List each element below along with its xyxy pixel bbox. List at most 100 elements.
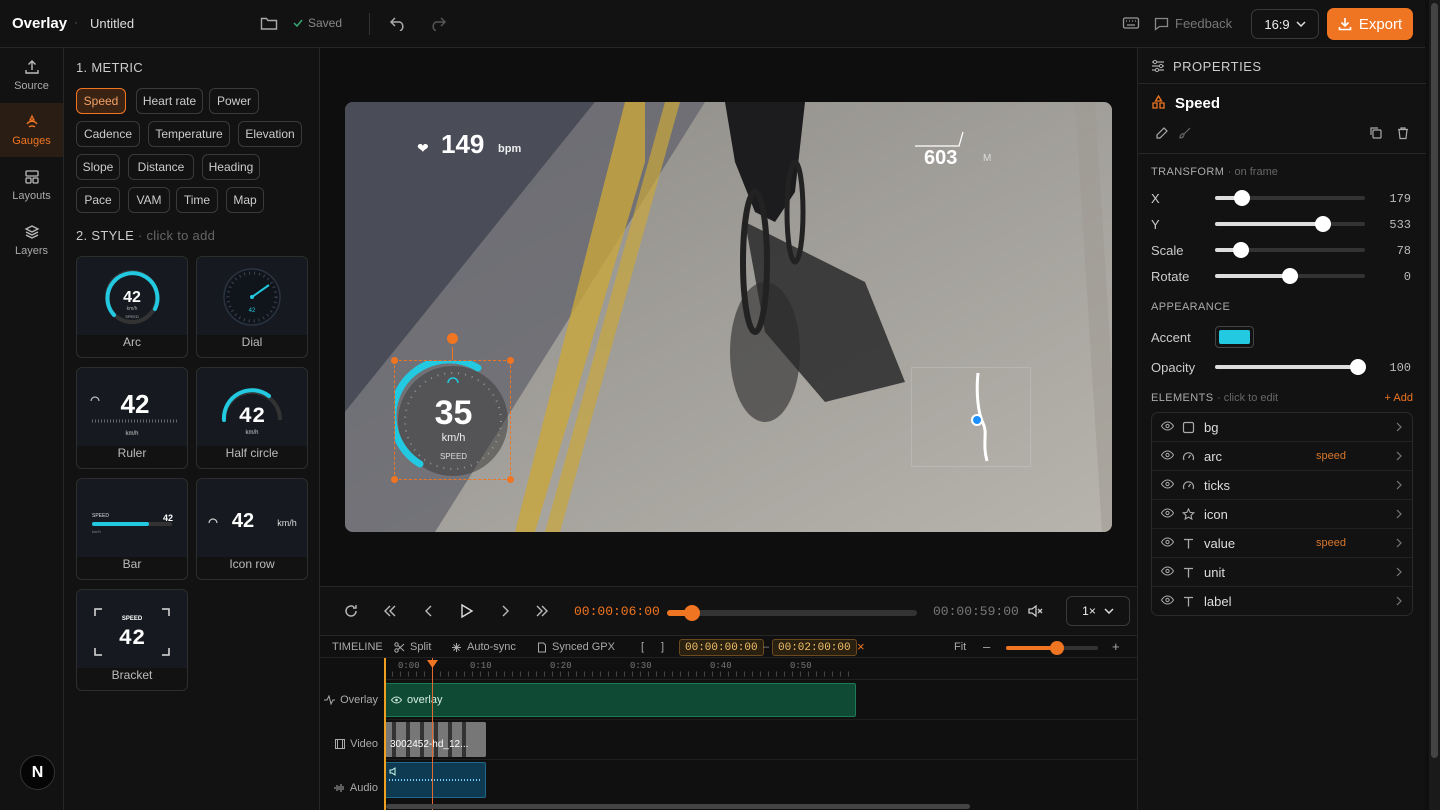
playback-speed-select[interactable]: 1× xyxy=(1066,596,1130,626)
opacity-value[interactable]: 100 xyxy=(1389,361,1411,375)
rail-item-gauges[interactable]: Gauges xyxy=(0,103,63,157)
mark-out-button[interactable]: ] xyxy=(661,641,664,653)
style-card-arc[interactable]: 42 km/h SPEED Arc xyxy=(76,256,188,358)
page-scrollbar-thumb[interactable] xyxy=(1431,3,1438,758)
scrubber-knob[interactable] xyxy=(684,605,700,621)
slider-knob[interactable] xyxy=(1349,359,1366,375)
zoom-out-button[interactable]: – xyxy=(983,639,990,654)
step-back-icon[interactable] xyxy=(421,603,437,619)
rail-item-layouts[interactable]: Layouts xyxy=(0,158,63,212)
metric-chip-time[interactable]: Time xyxy=(176,187,218,213)
eyedropper-icon[interactable] xyxy=(1155,126,1169,140)
element-row-icon[interactable]: icon xyxy=(1152,500,1412,529)
play-icon[interactable] xyxy=(458,603,474,619)
skip-back-icon[interactable] xyxy=(382,603,398,619)
element-row-label[interactable]: label xyxy=(1152,587,1412,616)
y-slider[interactable] xyxy=(1215,216,1365,232)
clear-range-button[interactable]: × xyxy=(857,639,865,654)
metric-chip-speed[interactable]: Speed xyxy=(76,88,126,114)
timeline-zoom-slider[interactable] xyxy=(1006,641,1098,655)
style-card-ruler[interactable]: 42 km/h Ruler xyxy=(76,367,188,469)
element-row-bg[interactable]: bg xyxy=(1152,413,1412,442)
eye-icon[interactable] xyxy=(1161,421,1174,431)
synced-gpx-status[interactable]: Synced GPX xyxy=(537,641,615,653)
fit-button[interactable]: Fit xyxy=(954,641,966,653)
eye-icon[interactable] xyxy=(1161,566,1174,576)
resize-handle-nw[interactable] xyxy=(391,357,398,364)
video-frame[interactable]: ❤ 149 bpm 603 M 35 km/h SPEED xyxy=(345,102,1112,532)
scale-slider[interactable] xyxy=(1215,242,1365,258)
accent-color-swatch[interactable] xyxy=(1215,326,1254,348)
step-forward-icon[interactable] xyxy=(497,603,513,619)
x-value[interactable]: 179 xyxy=(1389,192,1411,206)
in-point-field[interactable]: 00:00:00:00 xyxy=(679,639,764,656)
style-card-bar[interactable]: SPEED 42 km/h Bar xyxy=(76,478,188,580)
overlay-map[interactable] xyxy=(911,367,1031,467)
in-point-marker[interactable] xyxy=(384,658,386,810)
document-title[interactable]: Untitled xyxy=(90,16,134,31)
opacity-slider[interactable] xyxy=(1215,359,1366,375)
slider-knob[interactable] xyxy=(1234,190,1250,206)
skip-forward-icon[interactable] xyxy=(534,603,550,619)
element-row-value[interactable]: value speed xyxy=(1152,529,1412,558)
brush-icon[interactable] xyxy=(1178,126,1192,140)
duplicate-icon[interactable] xyxy=(1369,126,1383,140)
metric-chip-slope[interactable]: Slope xyxy=(76,154,120,180)
element-row-unit[interactable]: unit xyxy=(1152,558,1412,587)
add-element-button[interactable]: + Add xyxy=(1385,392,1413,404)
style-card-half-circle[interactable]: 42 km/h Half circle xyxy=(196,367,308,469)
undo-icon[interactable] xyxy=(389,15,407,31)
rail-item-layers[interactable]: Layers xyxy=(0,213,63,267)
loop-icon[interactable] xyxy=(343,603,359,619)
split-button[interactable]: Split xyxy=(394,641,431,653)
metric-chip-temperature[interactable]: Temperature xyxy=(148,121,230,147)
metric-chip-heading[interactable]: Heading xyxy=(202,154,260,180)
rotate-value[interactable]: 0 xyxy=(1404,270,1411,284)
trash-icon[interactable] xyxy=(1396,126,1410,140)
speed-gauge-selection[interactable]: 35 km/h SPEED xyxy=(394,360,511,480)
user-avatar[interactable]: N xyxy=(20,755,55,790)
element-row-arc[interactable]: arc speed xyxy=(1152,442,1412,471)
resize-handle-ne[interactable] xyxy=(507,357,514,364)
metric-chip-vam[interactable]: VAM xyxy=(128,187,170,213)
overlay-clip[interactable]: overlay xyxy=(384,683,856,717)
rotate-handle[interactable] xyxy=(447,333,458,344)
rail-item-source[interactable]: Source xyxy=(0,48,63,102)
playhead[interactable] xyxy=(432,658,433,810)
timeline-ruler[interactable] xyxy=(384,658,1137,680)
mute-icon[interactable] xyxy=(1027,603,1043,619)
eye-icon[interactable] xyxy=(1161,479,1174,489)
metric-chip-cadence[interactable]: Cadence xyxy=(76,121,140,147)
style-card-dial[interactable]: 42 Dial xyxy=(196,256,308,358)
element-row-ticks[interactable]: ticks xyxy=(1152,471,1412,500)
redo-icon[interactable] xyxy=(429,15,447,31)
style-card-bracket[interactable]: SPEED 42 Bracket xyxy=(76,589,188,691)
metric-chip-heart-rate[interactable]: Heart rate xyxy=(136,88,203,114)
slider-knob[interactable] xyxy=(1232,242,1249,258)
x-slider[interactable] xyxy=(1215,190,1365,206)
style-card-icon-row[interactable]: 42 km/h Icon row xyxy=(196,478,308,580)
y-value[interactable]: 533 xyxy=(1389,218,1411,232)
eye-icon[interactable] xyxy=(1161,450,1174,460)
keyboard-icon[interactable] xyxy=(1122,15,1140,31)
metric-chip-power[interactable]: Power xyxy=(209,88,259,114)
metric-chip-pace[interactable]: Pace xyxy=(76,187,120,213)
audio-clip[interactable] xyxy=(384,762,486,798)
eye-icon[interactable] xyxy=(1161,537,1174,547)
feedback-button[interactable]: Feedback xyxy=(1154,16,1232,31)
metric-chip-distance[interactable]: Distance xyxy=(128,154,194,180)
playback-scrubber[interactable] xyxy=(667,605,917,621)
rotate-slider[interactable] xyxy=(1215,268,1365,284)
resize-handle-sw[interactable] xyxy=(391,476,398,483)
mark-in-button[interactable]: [ xyxy=(641,641,644,653)
resize-handle-se[interactable] xyxy=(507,476,514,483)
open-folder-icon[interactable] xyxy=(260,15,278,31)
scale-value[interactable]: 78 xyxy=(1397,244,1411,258)
export-button[interactable]: Export xyxy=(1327,8,1413,40)
autosync-button[interactable]: Auto-sync xyxy=(451,641,516,653)
metric-chip-map[interactable]: Map xyxy=(226,187,264,213)
video-clip[interactable]: 3002452-hd_12... xyxy=(384,722,486,757)
slider-knob[interactable] xyxy=(1315,216,1331,232)
slider-knob[interactable] xyxy=(1282,268,1298,284)
eye-icon[interactable] xyxy=(1161,595,1174,605)
